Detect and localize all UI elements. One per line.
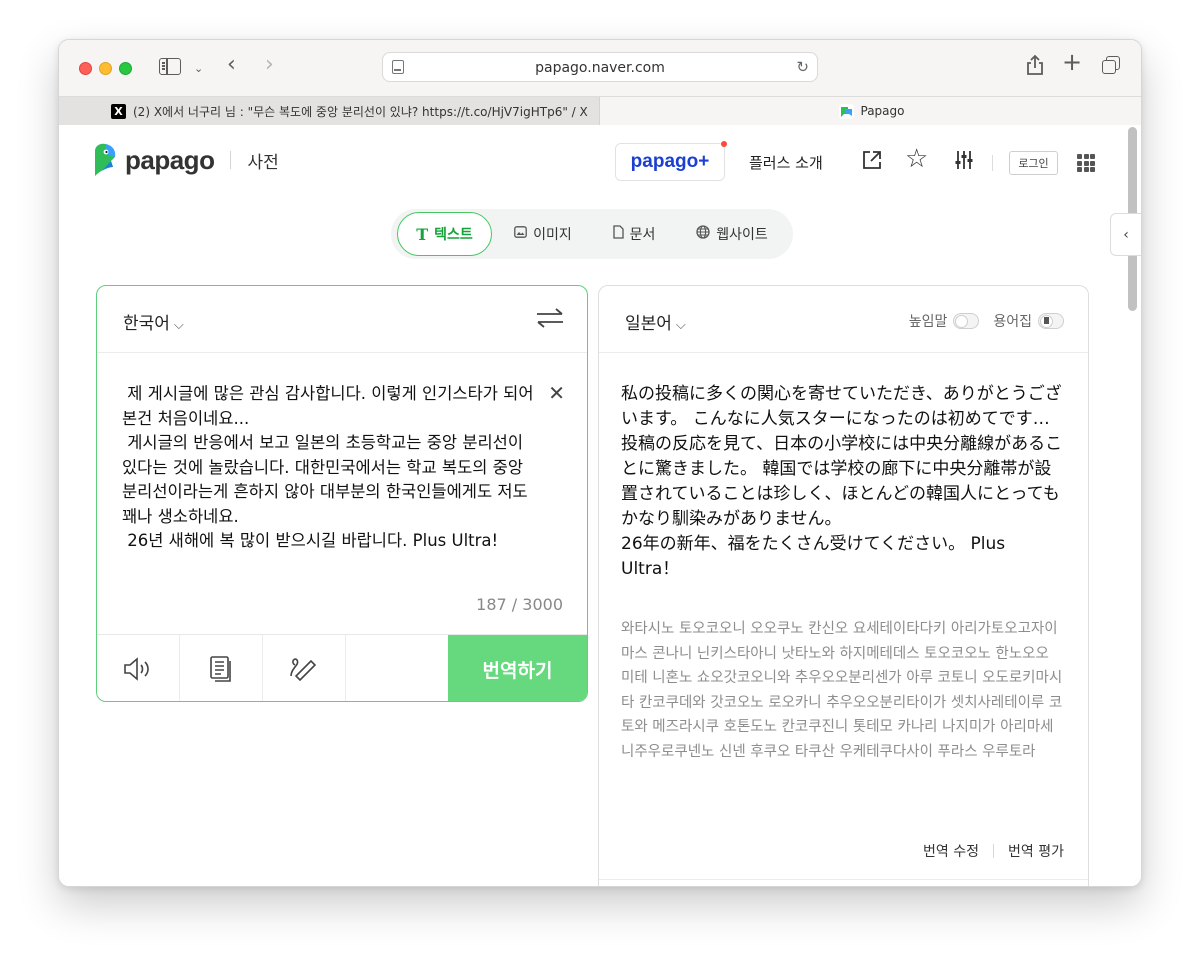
header-divider bbox=[992, 155, 993, 171]
tab-title: (2) X에서 너구리 님 : "무슨 복도에 중앙 분리선이 있냐? http… bbox=[133, 104, 588, 119]
browser-toolbar: ⌄ ‹ › papago.naver.com ↻ + bbox=[59, 40, 1141, 96]
sidebar-icon[interactable] bbox=[159, 58, 181, 75]
honorific-toggle[interactable] bbox=[953, 313, 980, 329]
brand[interactable]: papago 사전 bbox=[91, 143, 279, 177]
close-window-button[interactable] bbox=[79, 62, 92, 75]
zoom-window-button[interactable] bbox=[119, 62, 132, 75]
swap-languages-icon[interactable] bbox=[535, 306, 565, 330]
chevron-down-icon: ⌵ bbox=[675, 318, 686, 333]
papago-logo-icon bbox=[95, 143, 116, 176]
tab-label: 이미지 bbox=[533, 227, 572, 243]
papago-plus-button[interactable]: papago+ bbox=[615, 141, 727, 181]
source-panel: 한국어 ⌵ 제 게시글에 많은 관심 감사합니다. 이렇게 인기스타가 되어본건 … bbox=[96, 285, 588, 702]
source-language-select[interactable]: 한국어 ⌵ bbox=[123, 309, 184, 334]
document-icon bbox=[612, 225, 624, 243]
papago-favicon-icon bbox=[838, 103, 854, 119]
share-icon[interactable] bbox=[861, 149, 881, 169]
settings-sliders-icon[interactable] bbox=[954, 149, 974, 171]
mode-tabs: T 텍스트 이미지 문서 웹사이트 bbox=[391, 209, 793, 259]
brand-divider bbox=[230, 151, 232, 169]
honorific-label: 높임말 bbox=[908, 314, 948, 330]
plus-intro-link[interactable]: 플러스 소개 bbox=[749, 152, 823, 173]
translation-actions: 번역 수정 번역 평가 bbox=[923, 841, 1064, 861]
tab-website[interactable]: 웹사이트 bbox=[679, 212, 785, 256]
text-icon: T bbox=[416, 224, 429, 244]
handwriting-button[interactable] bbox=[263, 635, 346, 701]
target-options: 높임말 용어집 bbox=[909, 311, 1064, 331]
tab-text[interactable]: T 텍스트 bbox=[397, 212, 492, 256]
papago-page: papago 사전 papago+ 플러스 소개 ☆ 로그인 ‹ T 텍스트 이… bbox=[59, 125, 1141, 886]
x-logo-icon: X bbox=[111, 103, 126, 119]
chevron-down-icon[interactable]: ⌄ bbox=[194, 60, 203, 78]
address-bar[interactable]: papago.naver.com ↻ bbox=[382, 52, 818, 82]
image-icon bbox=[514, 226, 528, 242]
character-count: 187 / 3000 bbox=[476, 595, 563, 614]
globe-icon bbox=[696, 225, 710, 243]
login-button[interactable]: 로그인 bbox=[1009, 151, 1058, 175]
apps-grid-icon[interactable] bbox=[1077, 154, 1095, 172]
tab-label: 문서 bbox=[629, 227, 656, 243]
forward-icon[interactable]: › bbox=[265, 54, 274, 76]
papago-plus-label: papago+ bbox=[630, 151, 710, 172]
dictionary-link[interactable]: 사전 bbox=[247, 148, 278, 173]
url-text: papago.naver.com bbox=[535, 60, 665, 76]
new-tab-icon[interactable]: + bbox=[1062, 50, 1082, 74]
target-panel-header: 일본어 ⌵ 높임말 용어집 bbox=[599, 286, 1088, 353]
share-icon[interactable] bbox=[1025, 54, 1045, 76]
tab-label: 웹사이트 bbox=[716, 227, 768, 243]
target-panel: 일본어 ⌵ 높임말 용어집 私の投稿に多くの関心を寄せていただき、ありがとうござい… bbox=[598, 285, 1089, 886]
handwriting-icon bbox=[290, 658, 317, 682]
side-panel-toggle[interactable]: ‹ bbox=[1110, 213, 1141, 256]
source-panel-footer: 번역하기 bbox=[97, 634, 587, 701]
edit-translation-link[interactable]: 번역 수정 bbox=[923, 841, 979, 861]
copy-icon bbox=[210, 656, 231, 682]
speaker-icon bbox=[124, 657, 149, 681]
tab-document[interactable]: 문서 bbox=[599, 212, 669, 256]
translate-button[interactable]: 번역하기 bbox=[448, 635, 587, 701]
source-text-input[interactable]: 제 게시글에 많은 관심 감사합니다. 이렇게 인기스타가 되어본건 처음이네요… bbox=[122, 382, 542, 554]
tab-x[interactable]: X (2) X에서 너구리 님 : "무슨 복도에 중앙 분리선이 있냐? ht… bbox=[59, 97, 600, 125]
translated-text: 私の投稿に多くの関心を寄せていただき、ありがとうございます。 こんなに人気スター… bbox=[621, 384, 1063, 579]
glossary-label: 용어집 bbox=[993, 314, 1032, 330]
minimize-window-button[interactable] bbox=[99, 62, 112, 75]
rate-translation-link[interactable]: 번역 평가 bbox=[1008, 841, 1064, 861]
source-panel-header: 한국어 ⌵ bbox=[97, 286, 587, 353]
reload-icon[interactable]: ↻ bbox=[796, 58, 809, 76]
clear-text-icon[interactable]: ✕ bbox=[548, 381, 565, 405]
tab-title: Papago bbox=[860, 104, 905, 118]
pronunciation-text: 와타시노 토오코오니 오오쿠노 칸신오 요세테이타다키 아리가토오고자이마스 콘… bbox=[621, 621, 1063, 760]
source-language: 한국어 bbox=[123, 314, 170, 334]
brand-name: papago bbox=[125, 144, 215, 175]
tab-papago[interactable]: Papago bbox=[600, 97, 1141, 125]
actions-divider bbox=[993, 844, 995, 858]
target-language-select[interactable]: 일본어 ⌵ bbox=[625, 309, 686, 334]
target-panel-footer-divider bbox=[599, 879, 1088, 880]
target-language: 일본어 bbox=[625, 314, 672, 334]
copy-button[interactable] bbox=[180, 635, 263, 701]
back-icon[interactable]: ‹ bbox=[227, 54, 236, 76]
chevron-left-icon: ‹ bbox=[1123, 226, 1129, 243]
browser-window: ⌄ ‹ › papago.naver.com ↻ + X (2) X에서 너구리… bbox=[58, 39, 1142, 887]
glossary-toggle[interactable] bbox=[1038, 313, 1064, 329]
tab-strip: X (2) X에서 너구리 님 : "무슨 복도에 중앙 분리선이 있냐? ht… bbox=[59, 96, 1141, 125]
notification-dot bbox=[721, 141, 727, 147]
listen-button[interactable] bbox=[97, 635, 180, 701]
tab-overview-icon[interactable] bbox=[1102, 56, 1120, 74]
tab-label: 텍스트 bbox=[434, 227, 473, 243]
tab-image[interactable]: 이미지 bbox=[503, 212, 583, 256]
chevron-down-icon: ⌵ bbox=[173, 318, 184, 333]
star-icon[interactable]: ☆ bbox=[905, 144, 928, 174]
